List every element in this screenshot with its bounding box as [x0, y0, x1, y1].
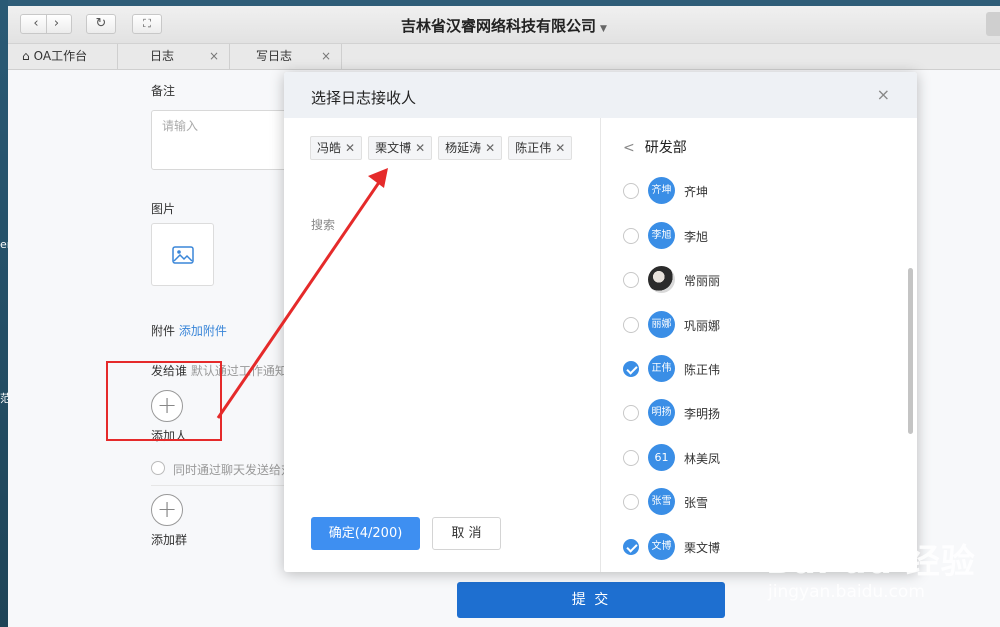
watermark-url: jingyan.baidu.com: [768, 582, 925, 602]
watermark-brand: Bai du 经验: [766, 542, 976, 582]
baidu-watermark: Bai du 经验 jingyan.baidu.com: [766, 520, 986, 620]
